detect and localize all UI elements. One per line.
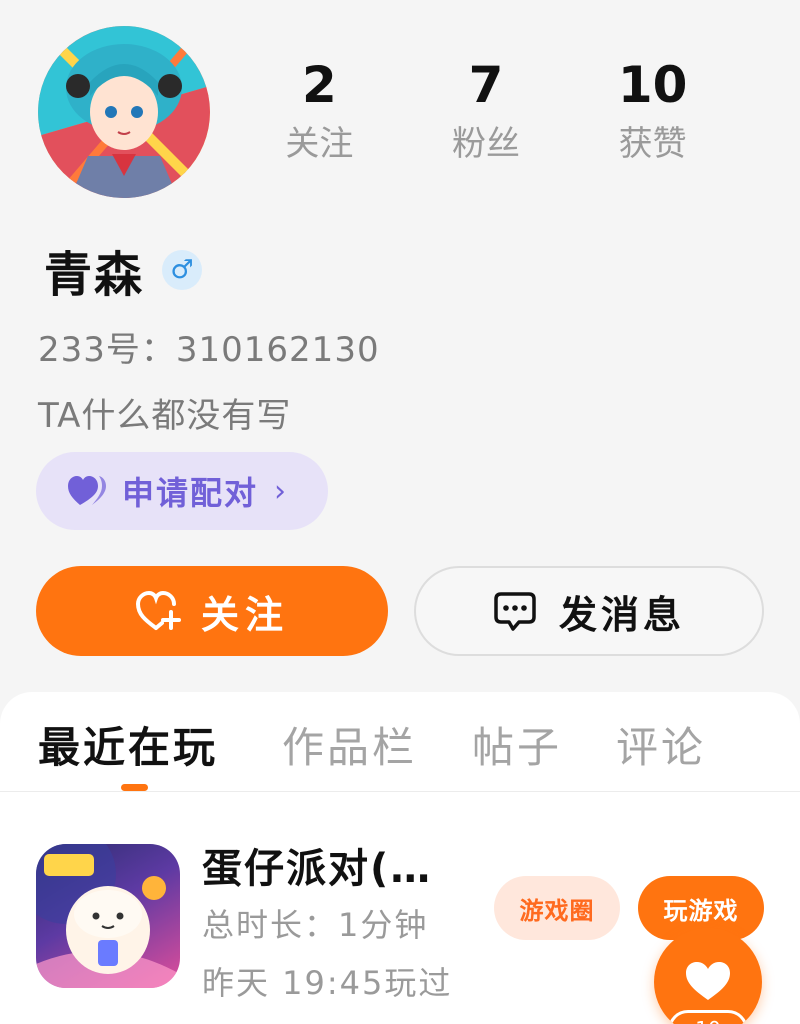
tab-works[interactable]: 作品栏 [282, 714, 417, 775]
heart-pair-icon [68, 476, 106, 505]
tab-indicator [121, 784, 148, 791]
follow-button[interactable]: 关注 [36, 566, 388, 656]
send-message-button[interactable]: 发消息 [414, 566, 764, 656]
game-circle-button[interactable]: 游戏圈 [494, 876, 620, 940]
user-bio: TA什么都没有写 [38, 396, 292, 436]
tab-bar: 最近在玩 作品栏 帖子 评论 [0, 692, 800, 792]
stat-likes[interactable]: 10 获赞 [569, 52, 736, 182]
chat-bubble-icon [494, 592, 536, 631]
send-message-label: 发消息 [558, 592, 685, 637]
game-duration: 总时长：1分钟 [202, 906, 429, 944]
stat-value: 7 [468, 56, 504, 114]
tab-posts[interactable]: 帖子 [472, 714, 562, 775]
stat-fans[interactable]: 7 粉丝 [403, 52, 570, 182]
stat-label: 获赞 [618, 124, 687, 164]
stat-value: 2 [301, 56, 337, 114]
avatar-image [38, 26, 210, 198]
game-title[interactable]: 蛋仔派对(… [202, 836, 452, 894]
follow-label: 关注 [200, 592, 289, 637]
stat-label: 粉丝 [452, 124, 520, 164]
name-row: 青森 ♂ [44, 238, 203, 303]
heart-icon [686, 962, 730, 1000]
stat-following[interactable]: 2 关注 [236, 52, 403, 182]
apply-pair-button[interactable]: 申请配对 › [36, 452, 328, 530]
nickname: 青森 [44, 247, 145, 303]
avatar[interactable] [38, 26, 210, 198]
user-id[interactable]: 233号：310162130 [38, 322, 380, 371]
like-count: 10 [668, 1010, 748, 1024]
heart-plus-icon [135, 590, 181, 630]
tab-recently-played[interactable]: 最近在玩 [38, 714, 218, 775]
stat-value: 10 [617, 56, 688, 114]
stats-bar: 2 关注 7 粉丝 10 获赞 [236, 52, 736, 182]
apply-pair-label: 申请配对 [122, 474, 259, 512]
game-last-played: 昨天 19:45玩过 [202, 964, 453, 1002]
game-app-icon[interactable] [36, 844, 180, 988]
tab-comments[interactable]: 评论 [616, 714, 706, 775]
stat-label: 关注 [285, 124, 354, 164]
chevron-right-icon: › [274, 473, 289, 509]
male-icon: ♂ [162, 250, 203, 290]
